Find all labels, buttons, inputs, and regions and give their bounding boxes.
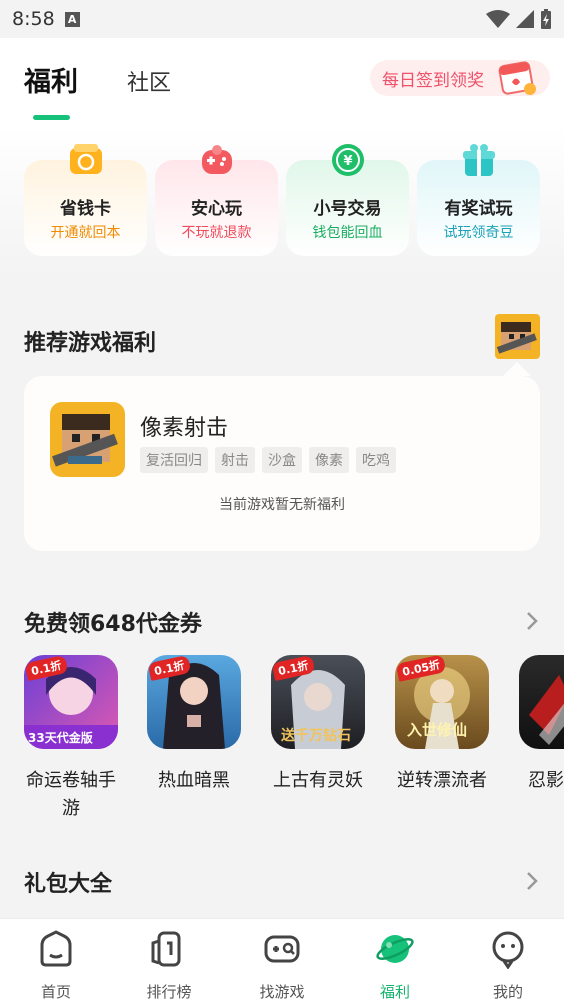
- nav-home[interactable]: 首页: [0, 929, 112, 1002]
- game-name: 命运卷轴手游: [26, 770, 116, 819]
- welfare-entries: 省钱卡 开通就回本 安心玩 不玩就退款 ¥ 小号交易 钱包能回血 有奖试玩 试玩…: [0, 126, 564, 276]
- entry-title: 安心玩: [191, 199, 242, 219]
- chevron-right-icon[interactable]: [522, 609, 542, 633]
- game-icon: 0.1折: [147, 655, 241, 749]
- nav-label: 我的: [492, 983, 523, 1001]
- section-title-recommend: 推荐游戏福利: [24, 331, 157, 356]
- entry-subtitle: 开通就回本: [50, 225, 121, 241]
- game-tag: 沙盒: [262, 447, 302, 473]
- game-art-text: 入世修仙: [407, 721, 468, 739]
- nav-label: 首页: [40, 983, 71, 1001]
- game-tag: 射击: [215, 447, 255, 473]
- game-icon: 0.05折 入世修仙: [395, 655, 489, 749]
- nav-label: 找游戏: [259, 983, 305, 1001]
- recommend-game-thumbnail[interactable]: [495, 314, 540, 359]
- recommend-game-name: 像素射击: [140, 416, 229, 441]
- entry-subtitle: 不玩就退款: [181, 225, 252, 241]
- game-tag: 吃鸡: [356, 447, 396, 473]
- pixel-shooter-game-icon: [50, 402, 125, 477]
- card-pointer: [503, 362, 531, 376]
- tab-community[interactable]: 社区: [127, 65, 171, 97]
- coupon-game-item[interactable]: 0.1折 送千万钻石 上古有灵妖: [270, 655, 366, 795]
- entry-safe-play[interactable]: 安心玩 不玩就退款: [155, 145, 278, 256]
- welfare-planet-icon: [376, 935, 414, 963]
- yuan-coin-icon: ¥: [332, 144, 364, 176]
- entry-trial-reward[interactable]: 有奖试玩 试玩领奇豆: [417, 144, 540, 256]
- game-name: 逆转漂流者: [397, 770, 487, 791]
- entry-title: 有奖试玩: [444, 199, 513, 219]
- coupon-game-item[interactable]: 0.05折 入世修仙 逆转漂流者: [394, 655, 490, 795]
- entry-title: 小号交易: [313, 199, 382, 219]
- game-name: 上古有灵妖: [273, 770, 363, 791]
- game-icon: 0.1折 送千万钻石: [271, 655, 365, 749]
- calendar-icon: [498, 61, 536, 95]
- checkin-label: 每日签到领奖: [382, 70, 484, 91]
- svg-text:¥: ¥: [343, 154, 352, 169]
- nav-profile[interactable]: 我的: [452, 929, 564, 1002]
- bottom-navigation: 首页 排行榜 找游戏 福利 我的: [0, 918, 564, 1004]
- game-name: 热血暗黑: [158, 770, 230, 791]
- no-welfare-text: 当前游戏暂无新福利: [219, 497, 345, 513]
- gamepad-heart-icon: [202, 145, 232, 174]
- battery-icon: [541, 9, 551, 29]
- coupon-game-list: 0.1折 33天代金版 命运卷轴手游 0.1折 热血暗黑 0.1折 送千万钻石 …: [0, 655, 564, 830]
- game-art-text: 送千万钻石: [281, 728, 351, 744]
- game-icon: [519, 655, 564, 749]
- recommend-card[interactable]: 像素射击 复活回归 射击 沙盒 像素 吃鸡 当前游戏暂无新福利: [24, 376, 540, 551]
- nav-label: 排行榜: [146, 983, 192, 1001]
- nav-label: 福利: [379, 983, 410, 1001]
- nav-ranking[interactable]: 排行榜: [113, 929, 225, 1002]
- money-card-icon: [70, 144, 102, 174]
- nav-welfare[interactable]: 福利: [339, 929, 451, 1002]
- game-tag: 复活回归: [140, 447, 208, 473]
- coupon-game-item[interactable]: 忍影: [518, 655, 564, 795]
- game-art-text: 33天代金版: [28, 731, 93, 745]
- status-time: 8:58: [12, 8, 55, 30]
- coupon-game-item[interactable]: 0.1折 33天代金版 命运卷轴手游: [23, 655, 119, 823]
- top-header: 福利 社区 每日签到领奖: [0, 38, 564, 126]
- wifi-icon: [486, 10, 510, 28]
- chevron-right-icon[interactable]: [522, 869, 542, 893]
- entry-money-card[interactable]: 省钱卡 开通就回本: [24, 144, 147, 256]
- section-title-coupons: 免费领648代金券: [24, 612, 202, 637]
- home-icon: [40, 930, 72, 967]
- status-bar: 8:58 A: [0, 0, 564, 38]
- game-art: [529, 675, 564, 745]
- gift-box-icon: [463, 144, 495, 176]
- status-icons: [486, 9, 552, 29]
- nav-find-game[interactable]: 找游戏: [226, 929, 338, 1002]
- notification-icon: A: [64, 11, 80, 27]
- coupon-game-item[interactable]: 0.1折 热血暗黑: [146, 655, 242, 795]
- section-title-gifts: 礼包大全: [24, 872, 113, 897]
- entry-title: 省钱卡: [60, 199, 111, 219]
- entry-account-trade[interactable]: ¥ 小号交易 钱包能回血: [286, 144, 409, 256]
- game-icon: 0.1折 33天代金版: [24, 655, 118, 749]
- game-tag: 像素: [309, 447, 349, 473]
- find-game-icon: [264, 935, 300, 963]
- entry-subtitle: 试玩领奇豆: [443, 225, 514, 241]
- tab-active-indicator: [33, 115, 70, 120]
- profile-icon: [492, 931, 524, 970]
- game-name: 忍影: [528, 770, 564, 791]
- ranking-icon: [151, 931, 181, 967]
- game-tags: 复活回归 射击 沙盒 像素 吃鸡: [140, 447, 396, 473]
- signal-icon: [516, 10, 534, 28]
- entry-subtitle: 钱包能回血: [312, 225, 383, 241]
- daily-checkin-button[interactable]: 每日签到领奖: [370, 60, 550, 96]
- tab-welfare[interactable]: 福利: [24, 60, 78, 99]
